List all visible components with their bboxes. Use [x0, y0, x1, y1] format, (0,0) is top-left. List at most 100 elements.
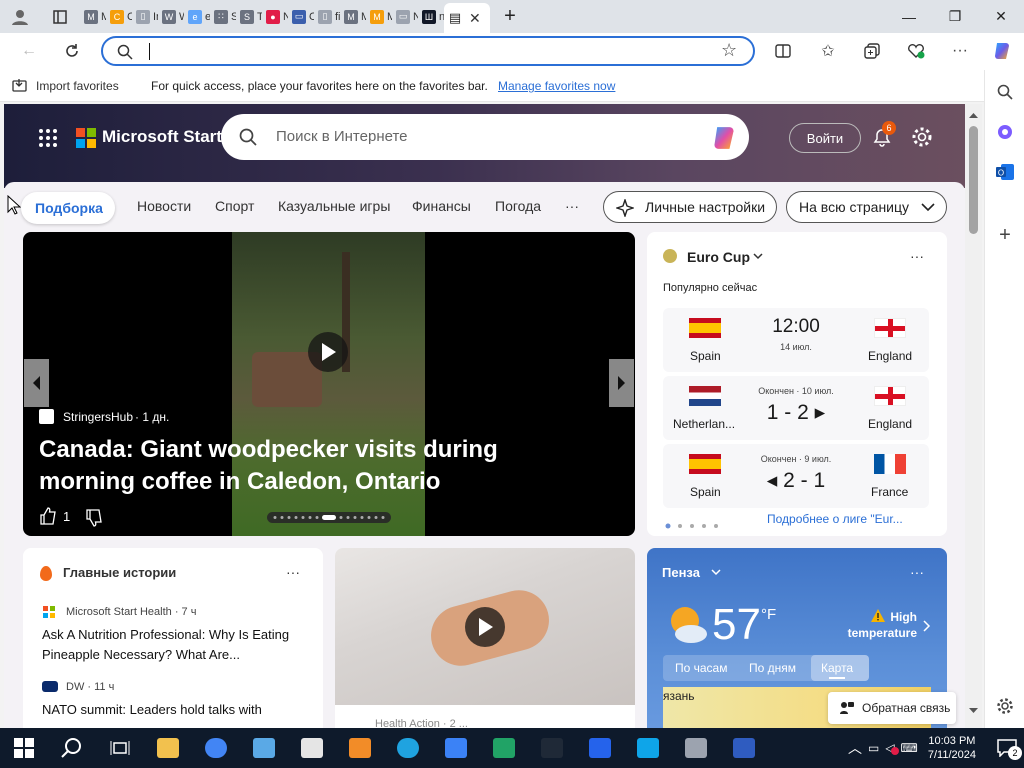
app-launcher-icon[interactable] — [38, 128, 58, 148]
tray-chevron-icon[interactable]: ︿ — [848, 738, 862, 758]
sidebar-copilot-icon[interactable] — [993, 120, 1017, 144]
favorites-icon[interactable]: ✩ — [811, 36, 845, 66]
tray-volume-icon[interactable]: ◁ — [885, 741, 900, 755]
tray-network-icon[interactable]: ▭ — [868, 741, 879, 755]
tab-podborka[interactable]: Подборка — [21, 192, 115, 224]
7zip-icon[interactable] — [288, 728, 336, 768]
match-row[interactable]: Netherlan... Окончен · 10 июл. 1 - 2 ▸ E… — [663, 376, 929, 440]
scrollbar-thumb[interactable] — [969, 126, 978, 234]
euro-cup-title[interactable]: Euro Cup — [687, 249, 750, 265]
tab-news[interactable]: Новости — [137, 198, 191, 214]
network-icon[interactable] — [432, 728, 480, 768]
chrome-icon[interactable] — [192, 728, 240, 768]
start-button[interactable] — [0, 728, 48, 768]
browser-tab[interactable]: ▯Inc — [132, 1, 158, 33]
weather-alert[interactable]: High temperature — [843, 609, 917, 641]
browser-tab[interactable]: eem — [184, 1, 210, 33]
browser-essentials-icon[interactable] — [899, 36, 933, 66]
match-row[interactable]: Spain 12:00 14 июл. England — [663, 308, 929, 372]
match-row[interactable]: Spain Окончен · 9 июл. ◂ 2 - 1 France — [663, 444, 929, 508]
back-button[interactable]: ← — [12, 36, 46, 66]
play-icon[interactable] — [465, 607, 505, 647]
feedback-button[interactable]: Обратная связь — [828, 692, 956, 724]
alert-chevron-icon[interactable] — [923, 620, 931, 632]
browser-tab[interactable]: CCh — [106, 1, 132, 33]
browser-tab[interactable]: ●Ne — [262, 1, 288, 33]
euro-more-icon[interactable]: ··· — [910, 248, 924, 264]
dislike-icon[interactable] — [85, 509, 103, 530]
page-settings-icon[interactable] — [911, 126, 933, 151]
maximize-button[interactable]: ❐ — [932, 1, 978, 33]
split-screen-icon[interactable] — [766, 36, 800, 66]
copilot-search-icon[interactable] — [709, 123, 739, 153]
import-favorites-button[interactable]: Import favorites — [36, 79, 119, 93]
browser-tab[interactable]: ▭Ne — [392, 1, 418, 33]
app-icon[interactable] — [576, 728, 624, 768]
like-icon[interactable] — [39, 507, 57, 528]
sidebar-settings-icon[interactable] — [993, 694, 1017, 718]
tray-clock[interactable]: 10:03 PM 7/11/2024 — [928, 734, 976, 762]
new-tab-button[interactable]: + — [490, 1, 530, 33]
carousel-prev-button[interactable] — [24, 359, 49, 407]
address-bar[interactable]: ☆ — [101, 36, 755, 66]
close-tab-icon[interactable]: ✕ — [469, 10, 481, 27]
featured-video-card[interactable]: StringersHub · 1 дн. Canada: Giant woodp… — [23, 232, 635, 536]
task-view-button[interactable] — [96, 728, 144, 768]
outlook-icon[interactable]: O — [993, 160, 1017, 184]
taskbar-search-button[interactable] — [48, 728, 96, 768]
file-explorer-icon[interactable] — [144, 728, 192, 768]
minimize-button[interactable]: — — [886, 1, 932, 33]
tool-icon[interactable] — [336, 728, 384, 768]
browser-tab[interactable]: MMS — [340, 1, 366, 33]
page-scrollbar[interactable] — [965, 104, 982, 728]
action-center-button[interactable]: 2 — [990, 728, 1024, 768]
scroll-up-icon[interactable] — [969, 112, 978, 118]
powershell-icon[interactable] — [720, 728, 768, 768]
story-headline[interactable]: Ask A Nutrition Professional: Why Is Eat… — [42, 625, 310, 665]
city-chevron-icon[interactable] — [711, 569, 721, 576]
rdp-icon[interactable] — [624, 728, 672, 768]
refresh-button[interactable] — [55, 36, 89, 66]
layout-dropdown[interactable]: На всю страницу — [786, 191, 947, 223]
weather-city[interactable]: Пенза — [662, 565, 700, 580]
tab-finance[interactable]: Финансы — [412, 198, 471, 214]
sidebar-add-icon[interactable]: + — [993, 223, 1017, 247]
weather-tab-map[interactable]: Карта — [811, 655, 869, 681]
weather-tab-daily[interactable]: По дням — [749, 661, 796, 675]
profile-icon[interactable] — [0, 1, 40, 33]
web-search-box[interactable]: Поиск в Интернете — [221, 114, 749, 160]
tab-active[interactable]: ▤ ✕ — [444, 3, 490, 33]
weather-unit[interactable]: °F — [761, 606, 776, 623]
terminal-icon[interactable] — [528, 728, 576, 768]
story-headline[interactable]: NATO summit: Leaders hold talks with — [42, 700, 310, 720]
edge-icon[interactable] — [384, 728, 432, 768]
top-stories-more-icon[interactable]: ··· — [286, 564, 300, 580]
browser-tab[interactable]: Шno — [418, 1, 444, 33]
browser-tab[interactable]: ∷Sn — [210, 1, 236, 33]
copilot-icon[interactable] — [985, 36, 1019, 66]
signin-button[interactable]: Войти — [789, 123, 861, 153]
manage-favorites-link[interactable]: Manage favorites now — [498, 79, 615, 93]
notifications-bell-icon[interactable]: 6 — [871, 121, 896, 148]
settings-more-icon[interactable]: ··· — [943, 36, 977, 66]
browser-tab[interactable]: ▯file — [314, 1, 340, 33]
scroll-down-icon[interactable] — [969, 708, 978, 714]
featured-headline[interactable]: Canada: Giant woodpecker visits during m… — [39, 434, 599, 498]
tab-more[interactable]: ··· — [565, 198, 579, 214]
favorite-star-icon[interactable]: ☆ — [721, 40, 737, 61]
browser-tab[interactable]: MMi — [366, 1, 392, 33]
tray-keyboard-icon[interactable]: ⌨ — [901, 741, 918, 755]
browser-tab[interactable]: WWi — [158, 1, 184, 33]
euro-more-link[interactable]: Подробнее о лиге "Eur... — [767, 512, 903, 526]
close-window-button[interactable]: ✕ — [978, 1, 1024, 33]
sidebar-search-icon[interactable] — [993, 80, 1017, 104]
tab-casual-games[interactable]: Казуальные игры — [278, 198, 390, 214]
browser-tab[interactable]: MMS — [80, 1, 106, 33]
phone-icon[interactable] — [672, 728, 720, 768]
collections-icon[interactable] — [855, 36, 889, 66]
browser-tab[interactable]: ▭Op — [288, 1, 314, 33]
tab-actions-icon[interactable] — [40, 1, 80, 33]
video-card[interactable]: Health Action · 2 ... — [335, 548, 635, 728]
tab-weather[interactable]: Погода — [495, 198, 541, 214]
weather-tab-hourly[interactable]: По часам — [675, 661, 727, 675]
